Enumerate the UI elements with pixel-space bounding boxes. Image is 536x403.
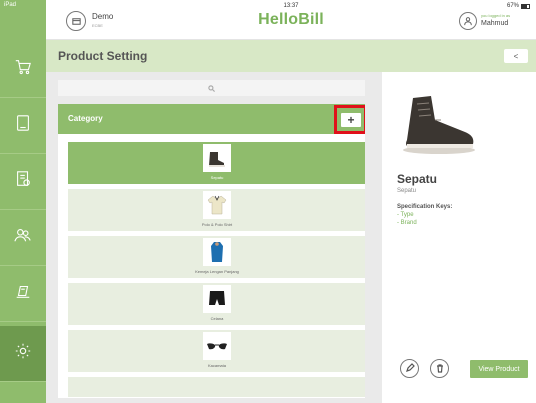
user-avatar-icon[interactable] <box>459 12 477 30</box>
category-item-celana[interactable]: Celana <box>68 283 365 325</box>
sidebar-item-reports[interactable] <box>0 266 46 322</box>
status-carrier: iPad <box>4 2 17 8</box>
battery-icon <box>521 3 530 9</box>
shorts-icon <box>203 285 231 313</box>
status-time: 13:37 <box>283 3 299 9</box>
edit-button[interactable] <box>400 359 419 378</box>
spec-key: - Brand <box>397 220 417 226</box>
title-bar: Product Setting < <box>46 40 536 72</box>
polo-shirt-icon <box>203 191 231 219</box>
product-detail-panel: Sepatu Sepatu Specification Keys: - Type… <box>382 72 536 403</box>
receipt-icon <box>14 170 32 193</box>
highlight-box <box>334 105 365 134</box>
category-label: Kemeja Lengan Panjang <box>195 269 239 274</box>
category-label: Celana <box>210 316 224 321</box>
login-label: you logged in as <box>481 13 511 18</box>
delete-button[interactable] <box>430 359 449 378</box>
category-item-partial[interactable] <box>68 377 365 397</box>
sidebar-item-customers[interactable] <box>0 210 46 266</box>
app-header: Demo ECBE 13:37 HelloBill 67% you logged… <box>46 0 536 40</box>
search-input[interactable] <box>58 80 365 96</box>
category-label: Kacamata <box>207 363 226 368</box>
cart-icon <box>14 58 32 81</box>
category-title: Category <box>68 114 103 123</box>
sunglasses-icon <box>203 332 231 360</box>
sidebar-item-products[interactable] <box>0 98 46 154</box>
customers-icon <box>14 226 32 249</box>
pencil-icon <box>405 360 415 378</box>
shoe-icon <box>203 144 231 172</box>
user-name[interactable]: Mahmud <box>481 20 508 27</box>
product-name: Sepatu <box>397 172 438 186</box>
tablet-icon <box>14 114 32 137</box>
battery-level: 67% <box>506 3 519 9</box>
category-list: Category + Sepatu Polo & Polo Shirt Keme… <box>58 104 365 398</box>
trash-icon <box>435 360 445 378</box>
sidebar-item-settings[interactable] <box>0 326 46 382</box>
sidebar-item-sales[interactable] <box>0 42 46 98</box>
sidebar: iPad <box>0 0 46 403</box>
sidebar-item-transactions[interactable] <box>0 154 46 210</box>
settings-icon <box>14 342 32 365</box>
spec-title: Specification Keys: <box>397 204 453 210</box>
status-battery: 67% <box>507 3 530 9</box>
category-header: Category + <box>58 104 365 134</box>
page-title: Product Setting <box>58 49 148 63</box>
category-panel: Category + Sepatu Polo & Polo Shirt Keme… <box>46 72 382 403</box>
category-item-kacamata[interactable]: Kacamata <box>68 330 365 372</box>
category-label: Polo & Polo Shirt <box>201 222 233 227</box>
category-item-sepatu[interactable]: Sepatu <box>68 142 365 184</box>
long-sleeve-shirt-icon <box>203 238 231 266</box>
view-product-button[interactable]: View Product <box>470 360 528 378</box>
search-icon <box>208 79 215 97</box>
category-label: Sepatu <box>210 175 224 180</box>
back-button[interactable]: < <box>504 49 528 63</box>
spec-key: - Type <box>397 212 414 218</box>
product-image <box>395 90 479 156</box>
report-icon <box>14 282 32 305</box>
category-item-polo[interactable]: Polo & Polo Shirt <box>68 189 365 231</box>
category-item-kemeja[interactable]: Kemeja Lengan Panjang <box>68 236 365 278</box>
product-category: Sepatu <box>397 188 417 194</box>
